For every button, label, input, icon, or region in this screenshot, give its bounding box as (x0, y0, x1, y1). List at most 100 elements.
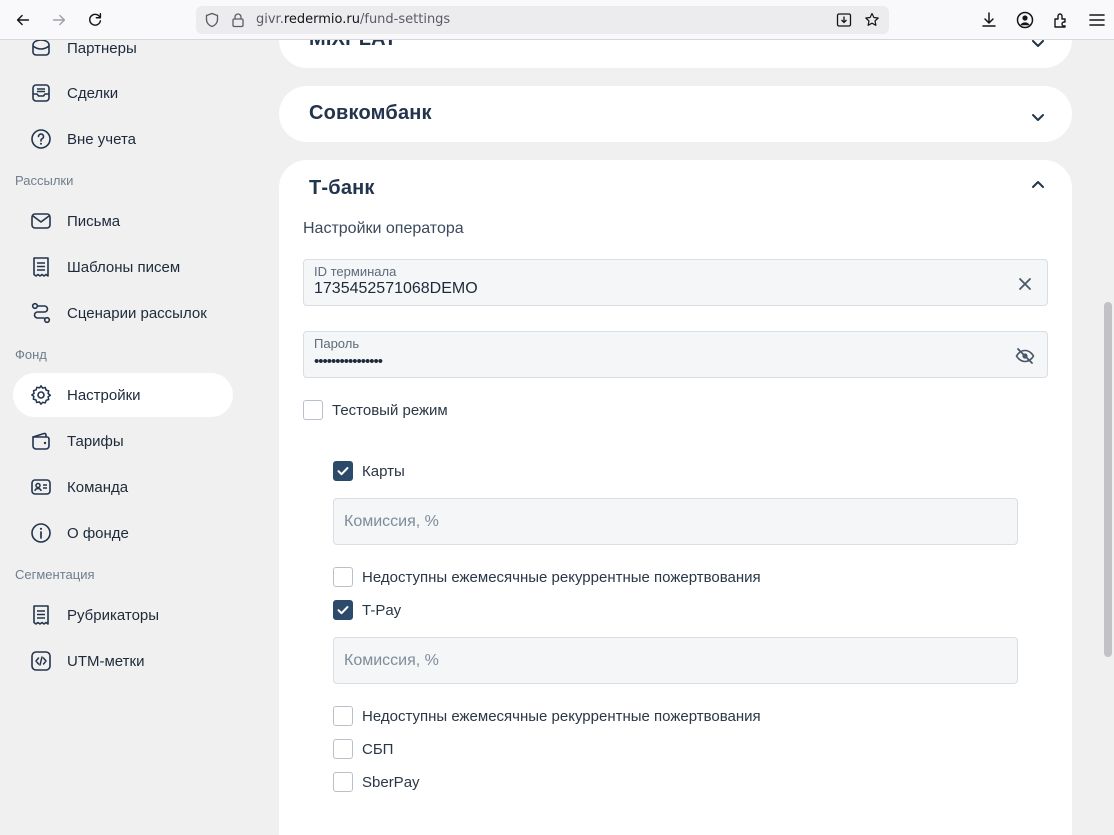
scrollbar-track[interactable] (1102, 40, 1114, 835)
sberpay-checkbox[interactable] (333, 772, 353, 792)
mail-icon (29, 209, 53, 233)
password-field[interactable]: Пароль •••••••••••••••• (303, 331, 1048, 378)
team-icon (29, 475, 53, 499)
sidebar-item-label: Тарифы (67, 432, 124, 450)
cards-commission-field[interactable] (334, 499, 1017, 544)
menu-icon[interactable] (1087, 10, 1107, 30)
sberpay-row[interactable]: SberPay (333, 772, 420, 792)
checkmark-icon (337, 467, 349, 476)
section-mailings: Рассылки (15, 173, 74, 188)
chevron-down-icon[interactable] (1030, 109, 1046, 125)
sidebar-item-rubricators[interactable]: Рубрикаторы (13, 593, 233, 637)
address-bar[interactable]: givr.redermio.ru/fund-settings (196, 6, 889, 34)
tpay-no-recurrent-label: Недоступны ежемесячные рекуррентные поже… (362, 707, 761, 725)
tpay-checkbox[interactable] (333, 600, 353, 620)
sidebar: Партнеры Сделки Вне учета Рассылки Письм… (0, 40, 250, 835)
sidebar-item-label: Сделки (67, 84, 119, 102)
mixplat-title: MIXPLAT (309, 40, 397, 51)
account-icon[interactable] (1015, 10, 1035, 30)
cards-no-recurrent-label: Недоступны ежемесячные рекуррентные поже… (362, 568, 761, 586)
cards-row[interactable]: Карты (333, 461, 405, 481)
cards-commission-input[interactable] (333, 498, 1018, 545)
sidebar-item-label: UTM-метки (67, 652, 145, 670)
sovcombank-title: Совкомбанк (309, 102, 432, 124)
sidebar-item-tariffs[interactable]: Тарифы (13, 419, 233, 463)
tpay-no-recurrent-row[interactable]: Недоступны ежемесячные рекуррентные поже… (333, 706, 761, 726)
cards-no-recurrent-checkbox[interactable] (333, 567, 353, 587)
tpay-commission-input[interactable] (333, 637, 1018, 684)
question-icon (29, 127, 53, 151)
tbank-title: Т-банк (309, 177, 375, 199)
eye-off-icon[interactable] (1015, 346, 1035, 366)
shield-icon[interactable] (204, 12, 220, 28)
sidebar-item-label: Команда (67, 478, 129, 496)
sidebar-item-label: Шаблоны писем (67, 258, 181, 276)
sidebar-item-utm[interactable]: UTM-метки (13, 639, 233, 683)
code-icon (29, 649, 53, 673)
test-mode-row[interactable]: Тестовый режим (303, 400, 448, 420)
forward-icon[interactable] (48, 10, 70, 30)
sidebar-item-label: Партнеры (67, 40, 137, 57)
scrollbar-thumb[interactable] (1104, 302, 1112, 657)
downloads-icon[interactable] (979, 10, 999, 30)
test-mode-label: Тестовый режим (332, 401, 448, 419)
page-content: Партнеры Сделки Вне учета Рассылки Письм… (0, 40, 1114, 835)
section-segmentation: Сегментация (15, 567, 95, 582)
save-page-icon[interactable] (836, 12, 852, 28)
sidebar-item-label: Письма (67, 212, 121, 230)
mixplat-card[interactable]: MIXPLAT (279, 40, 1072, 68)
cards-no-recurrent-row[interactable]: Недоступны ежемесячные рекуррентные поже… (333, 567, 761, 587)
cards-label: Карты (362, 462, 405, 480)
chevron-down-icon[interactable] (1030, 40, 1046, 51)
sidebar-item-letters[interactable]: Письма (13, 199, 233, 243)
sidebar-item-off-books[interactable]: Вне учета (13, 117, 233, 161)
sbp-checkbox[interactable] (333, 739, 353, 759)
terminal-id-label: ID терминала (314, 264, 397, 279)
deals-icon (29, 81, 53, 105)
partners-icon (29, 40, 53, 60)
sidebar-item-settings[interactable]: Настройки (13, 373, 233, 417)
operator-settings-heading: Настройки оператора (303, 220, 464, 237)
back-icon[interactable] (12, 10, 34, 30)
sidebar-item-about[interactable]: О фонде (13, 511, 233, 555)
tpay-no-recurrent-checkbox[interactable] (333, 706, 353, 726)
tpay-label: T-Pay (362, 601, 402, 619)
sidebar-item-label: Настройки (67, 386, 141, 404)
sidebar-item-team[interactable]: Команда (13, 465, 233, 509)
sidebar-item-deals[interactable]: Сделки (13, 71, 233, 115)
terminal-id-value[interactable]: 1735452571068DEMO (314, 280, 478, 298)
cards-checkbox[interactable] (333, 461, 353, 481)
templates-icon (29, 255, 53, 279)
gear-icon (29, 383, 53, 407)
sidebar-item-label: Вне учета (67, 130, 137, 148)
sidebar-item-label: Сценарии рассылок (67, 304, 207, 322)
browser-toolbar: givr.redermio.ru/fund-settings (0, 0, 1114, 40)
sberpay-label: SberPay (362, 773, 420, 791)
sbp-row[interactable]: СБП (333, 739, 393, 759)
extensions-icon[interactable] (1051, 10, 1071, 30)
test-mode-checkbox[interactable] (303, 400, 323, 420)
info-icon (29, 521, 53, 545)
sovcombank-card[interactable]: Совкомбанк (279, 86, 1072, 142)
sbp-label: СБП (362, 740, 394, 758)
sidebar-item-partners[interactable]: Партнеры (13, 40, 233, 70)
sidebar-item-scenarios[interactable]: Сценарии рассылок (13, 291, 233, 335)
url-text[interactable]: givr.redermio.ru/fund-settings (256, 12, 450, 27)
tbank-card: Т-банк Настройки оператора ID терминала … (279, 160, 1072, 835)
password-label: Пароль (314, 336, 360, 351)
scenario-icon (29, 301, 53, 325)
sidebar-item-label: О фонде (67, 524, 129, 542)
rubric-icon (29, 603, 53, 627)
terminal-id-field[interactable]: ID терминала 1735452571068DEMO (303, 259, 1048, 306)
checkmark-icon (337, 606, 349, 615)
tpay-commission-field[interactable] (334, 638, 1017, 683)
password-value[interactable]: •••••••••••••••• (314, 353, 383, 370)
tpay-row[interactable]: T-Pay (333, 600, 401, 620)
lock-icon[interactable] (230, 12, 246, 28)
clear-icon[interactable] (1015, 274, 1035, 294)
wallet-icon (29, 429, 53, 453)
sidebar-item-templates[interactable]: Шаблоны писем (13, 245, 233, 289)
chevron-up-icon[interactable] (1030, 177, 1046, 193)
reload-icon[interactable] (84, 10, 106, 30)
bookmark-star-icon[interactable] (864, 12, 880, 28)
